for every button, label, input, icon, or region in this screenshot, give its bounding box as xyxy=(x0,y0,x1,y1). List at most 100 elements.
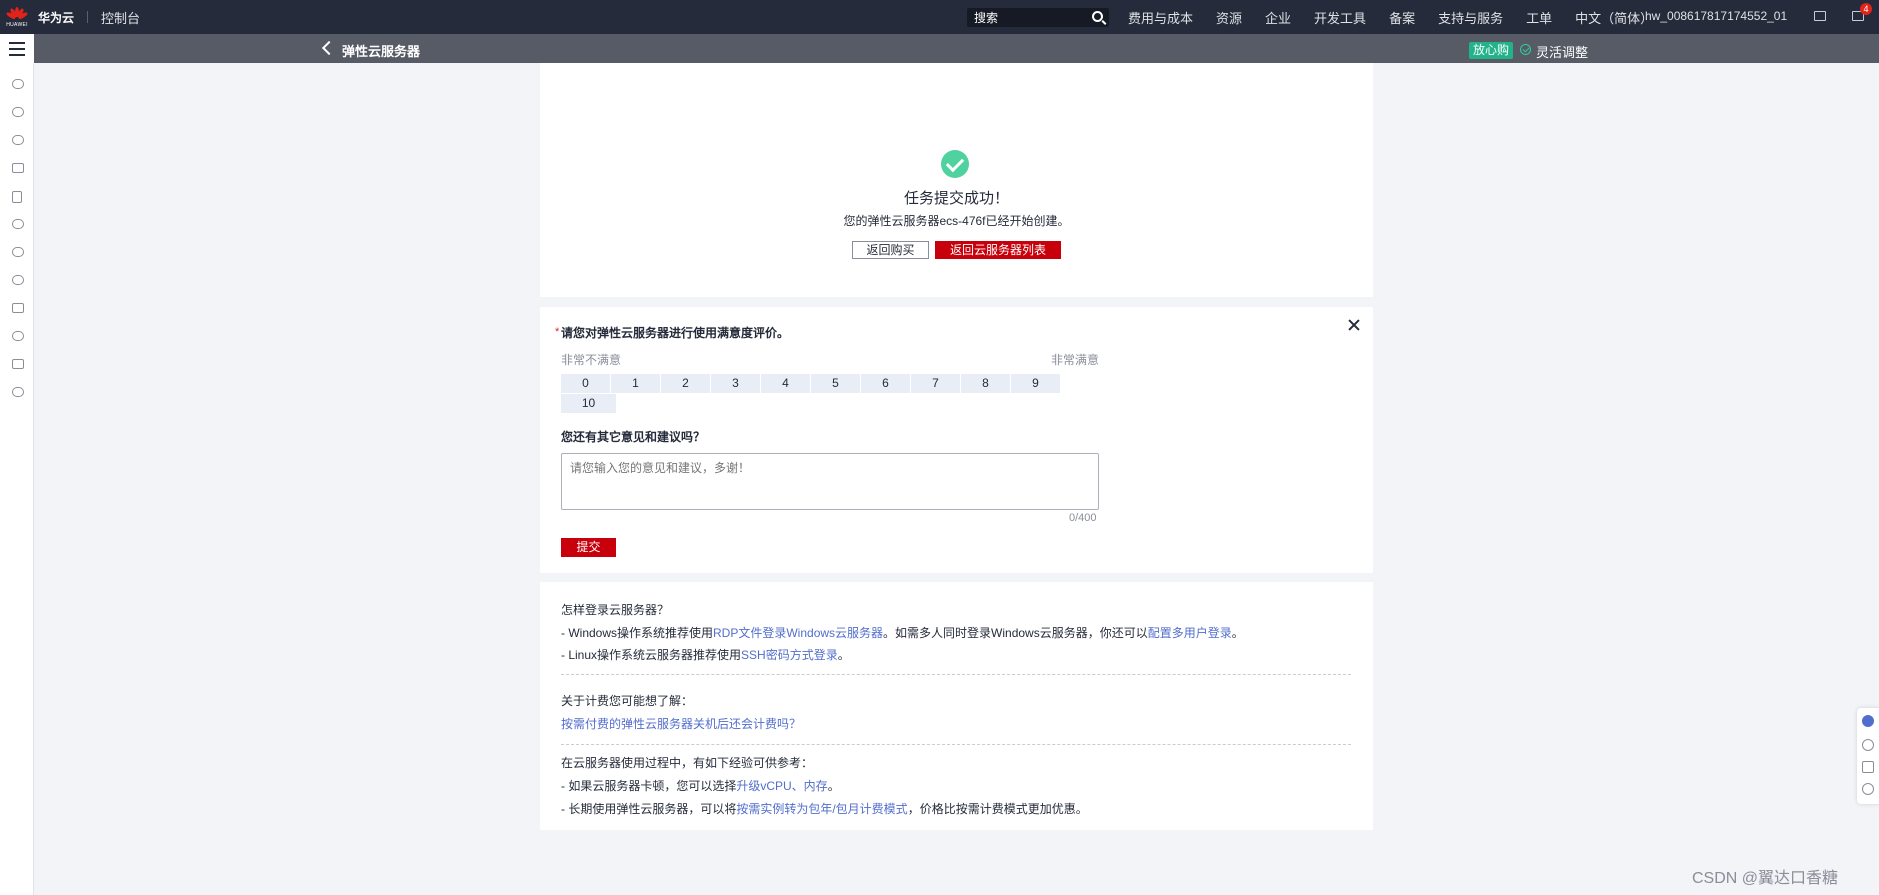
billing-mode-tip: - 长期使用弹性云服务器，可以将按需实例转为包年/包月计费模式，价格比按需计费模… xyxy=(561,800,1088,817)
success-title: 任务提交成功！ xyxy=(903,190,1009,207)
divider xyxy=(561,674,1351,675)
billing-faq-link[interactable]: 按需付费的弹性云服务器关机后还会计费吗？ xyxy=(561,715,801,732)
search-placeholder: 搜索 xyxy=(974,11,999,25)
watermark: CSDN @翼达口香糖 xyxy=(1692,870,1839,887)
tip-text: ，价格比按需计费模式更加优惠。 xyxy=(907,802,1088,816)
windows-login-tip: - Windows操作系统推荐使用RDP文件登录Windows云服务器。如需多人… xyxy=(561,624,1244,641)
huawei-logo[interactable]: HUAWEI xyxy=(0,0,34,34)
storage-icon[interactable] xyxy=(12,135,24,145)
nav-dev-tools[interactable]: 开发工具 xyxy=(1314,8,1366,27)
score-option[interactable]: 2 xyxy=(661,374,710,393)
low-score-label: 非常不满意 xyxy=(561,353,622,367)
rdp-login-link[interactable]: RDP文件登录Windows云服务器 xyxy=(713,626,883,640)
anchor-icon[interactable] xyxy=(12,303,24,313)
score-option[interactable]: 6 xyxy=(861,374,910,393)
huawei-flower-icon xyxy=(5,6,29,21)
cloud-backup-icon[interactable] xyxy=(12,275,24,285)
cloud-server-icon[interactable] xyxy=(12,79,24,89)
ssh-login-link[interactable]: SSH密码方式登录 xyxy=(741,648,838,662)
feedback-question: 您还有其它意见和建议吗？ xyxy=(561,430,706,444)
flex-adjust-link[interactable]: 灵活调整 xyxy=(1536,42,1588,61)
message-icon[interactable] xyxy=(1814,11,1826,21)
help-icon[interactable] xyxy=(1862,739,1874,751)
menu-icon xyxy=(9,41,25,44)
nav-resources[interactable]: 资源 xyxy=(1216,8,1242,27)
tip-text: 。 xyxy=(837,648,850,662)
smile-icon[interactable] xyxy=(1862,783,1874,795)
notification-badge: 4 xyxy=(1860,3,1872,15)
billing-help-title: 关于计费您可能想了解： xyxy=(561,694,694,708)
survey-question: 请您对弹性云服务器进行使用满意度评价。 xyxy=(561,326,790,340)
top-nav: 费用与成本 资源 企业 开发工具 备案 支持与服务 工单 中文（简体） xyxy=(1128,0,1676,34)
console-link[interactable]: 控制台 xyxy=(101,8,140,27)
people-icon[interactable] xyxy=(12,359,24,369)
upgrade-vcpu-link[interactable]: 升级vCPU、内存 xyxy=(736,779,827,793)
back-to-list-button[interactable]: 返回云服务器列表 xyxy=(935,241,1061,259)
score-option[interactable]: 0 xyxy=(561,374,610,393)
compass-icon[interactable] xyxy=(12,331,24,341)
tip-text: 。 xyxy=(1231,626,1244,640)
success-panel: 任务提交成功！ 您的弹性云服务器ecs-476f已经开始创建。 返回购买 返回云… xyxy=(540,63,1373,297)
cloud-icon[interactable] xyxy=(12,107,24,117)
divider xyxy=(87,11,89,23)
close-icon[interactable] xyxy=(1347,318,1361,332)
submit-button[interactable]: 提交 xyxy=(561,538,616,557)
help-panel: 怎样登录云服务器？ - Windows操作系统推荐使用RDP文件登录Window… xyxy=(540,582,1373,830)
upgrade-tip: - 如果云服务器卡顿，您可以选择升级vCPU、内存。 xyxy=(561,777,840,794)
success-check-icon xyxy=(941,150,969,178)
floating-toolbar xyxy=(1857,708,1879,804)
logo-caption: HUAWEI xyxy=(6,21,28,28)
back-to-purchase-button[interactable]: 返回购买 xyxy=(852,241,929,259)
nav-tickets[interactable]: 工单 xyxy=(1526,8,1552,27)
char-counter: 0/400 xyxy=(1069,512,1097,524)
service-sidebar xyxy=(0,63,34,895)
linux-login-tip: - Linux操作系统云服务器推荐使用SSH密码方式登录。 xyxy=(561,646,850,663)
page-title: 弹性云服务器 xyxy=(342,44,421,59)
nav-enterprise[interactable]: 企业 xyxy=(1265,8,1291,27)
success-description: 您的弹性云服务器ecs-476f已经开始创建。 xyxy=(843,214,1070,228)
survey-panel: * 请您对弹性云服务器进行使用满意度评价。 非常不满意 非常满意 0 1 2 3… xyxy=(540,307,1373,573)
tip-text: 。 xyxy=(827,779,840,793)
convert-billing-link[interactable]: 按需实例转为包年/包月计费模式 xyxy=(736,802,907,816)
network-icon[interactable] xyxy=(12,163,24,173)
menu-toggle-button[interactable] xyxy=(0,34,34,63)
feedback-icon[interactable] xyxy=(1862,761,1874,773)
sub-header: 弹性云服务器 放心购 灵活调整 xyxy=(34,34,1879,63)
back-chevron-icon[interactable] xyxy=(321,41,331,55)
globe-icon[interactable] xyxy=(12,387,24,397)
tip-text: - Windows操作系统推荐使用 xyxy=(561,626,714,640)
nav-billing[interactable]: 费用与成本 xyxy=(1128,8,1193,27)
nav-language[interactable]: 中文（简体） xyxy=(1575,8,1653,27)
brand-name[interactable]: 华为云 xyxy=(38,9,74,26)
search-icon[interactable] xyxy=(1092,11,1103,22)
score-option[interactable]: 9 xyxy=(1011,374,1060,393)
divider xyxy=(561,744,1351,745)
cloud-active-icon[interactable] xyxy=(12,219,24,229)
score-option[interactable]: 8 xyxy=(961,374,1010,393)
high-score-label: 非常满意 xyxy=(1051,353,1100,367)
feedback-textarea[interactable] xyxy=(561,453,1099,510)
tip-text: - 如果云服务器卡顿，您可以选择 xyxy=(561,779,737,793)
score-option[interactable]: 1 xyxy=(611,374,660,393)
tip-text: 。如需多人同时登录Windows云服务器，你还可以 xyxy=(883,626,1148,640)
promo-badge[interactable]: 放心购 xyxy=(1469,42,1514,59)
score-option[interactable]: 7 xyxy=(911,374,960,393)
cloud-upload-icon[interactable] xyxy=(12,247,24,257)
required-mark: * xyxy=(555,326,560,338)
multi-user-login-link[interactable]: 配置多用户登录 xyxy=(1148,626,1232,640)
score-option[interactable]: 3 xyxy=(711,374,760,393)
nav-support[interactable]: 支持与服务 xyxy=(1438,8,1503,27)
assistant-icon[interactable] xyxy=(1862,715,1874,727)
nav-filing[interactable]: 备案 xyxy=(1389,8,1415,27)
score-option[interactable]: 5 xyxy=(811,374,860,393)
experience-title: 在云服务器使用过程中，有如下经验可供参考： xyxy=(561,756,814,770)
score-option[interactable]: 10 xyxy=(561,394,616,413)
login-help-title: 怎样登录云服务器？ xyxy=(561,603,670,617)
account-name[interactable]: hw_008617817174552_01 xyxy=(1645,9,1787,23)
score-option[interactable]: 4 xyxy=(761,374,810,393)
top-bar: HUAWEI 华为云 控制台 搜索 费用与成本 资源 企业 开发工具 备案 支持… xyxy=(0,0,1879,34)
search-input[interactable]: 搜索 xyxy=(967,8,1109,27)
check-circle-icon xyxy=(1520,44,1531,55)
tip-text: - Linux操作系统云服务器推荐使用 xyxy=(561,648,742,662)
document-icon[interactable] xyxy=(12,191,22,203)
